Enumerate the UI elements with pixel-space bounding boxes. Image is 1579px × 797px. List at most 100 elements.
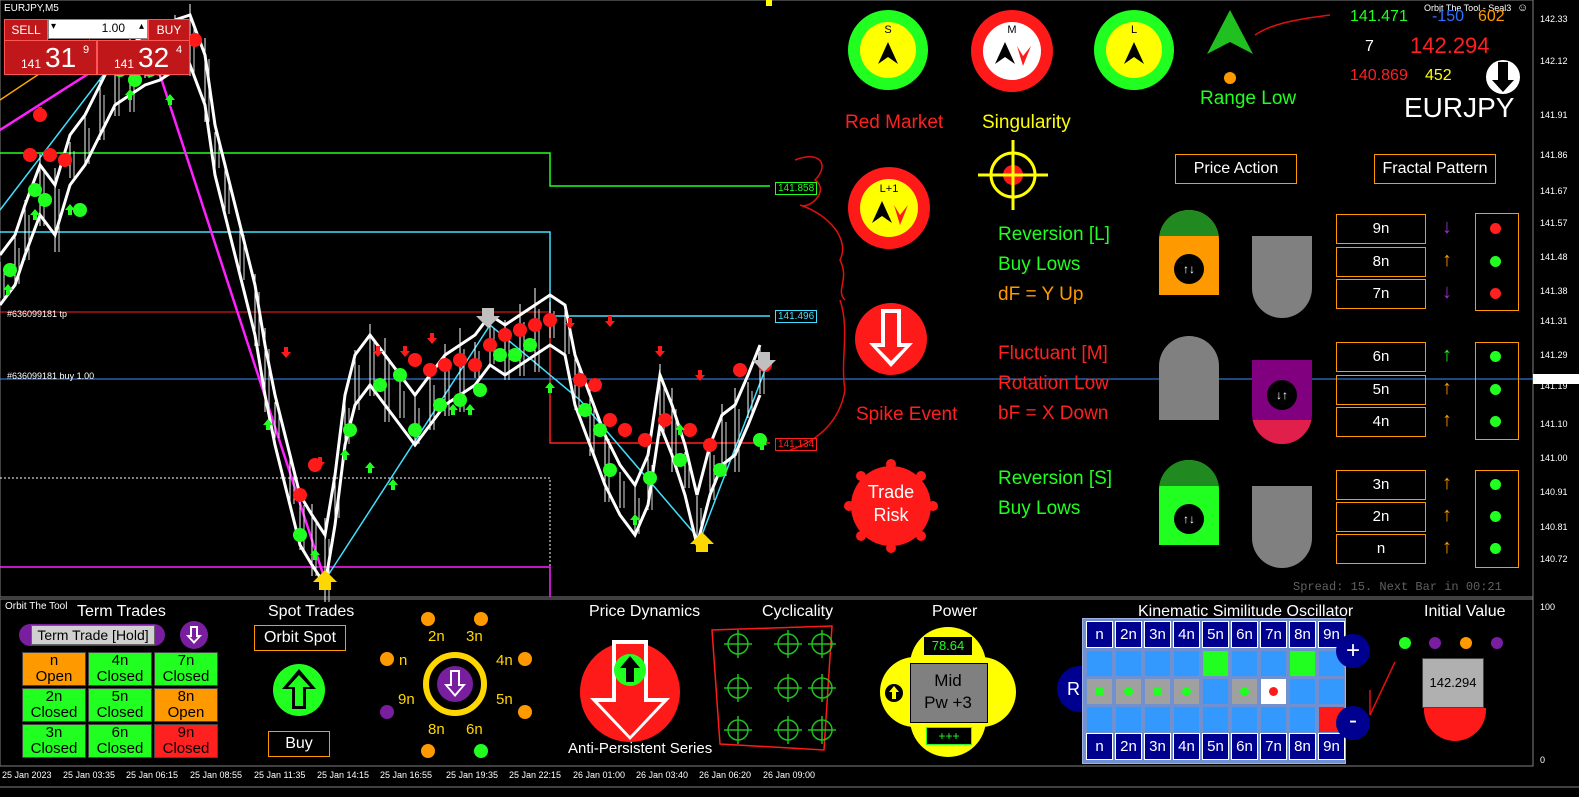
spot-buy-button[interactable]: Buy	[268, 731, 330, 757]
crosshair-icon	[978, 140, 1048, 210]
price-axis-label: 141.31	[1540, 316, 1568, 326]
buy-button[interactable]: BUY	[148, 19, 190, 41]
orbit-dot-4n	[518, 652, 532, 666]
fractal-label-9n[interactable]: 9n	[1336, 214, 1426, 244]
orbit-label-9n: 9n	[398, 691, 415, 708]
fractal-label-6n[interactable]: 6n	[1336, 342, 1426, 372]
small-up-arrow	[545, 382, 555, 393]
kso-cell	[1290, 651, 1315, 676]
orbit-dot-9n	[380, 705, 394, 719]
term-cell-n[interactable]: n Open	[22, 652, 86, 686]
kso-plus-button[interactable]: +	[1336, 634, 1370, 668]
red-dot	[423, 363, 437, 377]
buy-price-sup: 4	[176, 44, 183, 56]
green-dot	[128, 73, 142, 87]
buy-price-box[interactable]: 141 32 4	[97, 40, 190, 75]
term-cell-3n[interactable]: 3n Closed	[22, 724, 86, 758]
kso-header-bottom-6n: 6n	[1231, 733, 1258, 760]
kso-cell	[1174, 651, 1199, 676]
fractal-label-7n[interactable]: 7n	[1336, 279, 1426, 309]
price-axis-label: 142.12	[1540, 56, 1568, 66]
info-high: 141.471	[1350, 8, 1408, 25]
green-dot	[433, 398, 447, 412]
price-axis-label: 142.33	[1540, 14, 1568, 24]
lot-down-icon[interactable]: ▾	[51, 21, 56, 32]
fractal-label-5n[interactable]: 5n	[1336, 375, 1426, 405]
term-cell-7n[interactable]: 7n Closed	[154, 652, 218, 686]
term-cell-5n[interactable]: 5n Closed	[88, 688, 152, 722]
small-down-arrow	[655, 346, 665, 357]
price-action-button[interactable]: Price Action	[1175, 154, 1297, 184]
signal-l1-circle[interactable]: L+1	[848, 167, 930, 249]
term-cell-2n[interactable]: 2n Closed	[22, 688, 86, 722]
kso-minus-button[interactable]: -	[1336, 706, 1370, 740]
iv-dot-purple	[1429, 637, 1441, 649]
pa-l-grey-shape	[1252, 236, 1312, 318]
signal-l-label: L	[1130, 24, 1138, 36]
term-trade-hold-pill[interactable]: Term Trade [Hold]	[19, 624, 165, 646]
term-down-icon[interactable]	[180, 621, 208, 649]
kso-cell	[1203, 707, 1228, 732]
term-cell-period: 2n	[45, 688, 63, 705]
green-dot	[73, 203, 87, 217]
fractal-label-n[interactable]: n	[1336, 534, 1426, 564]
kso-cell	[1261, 679, 1286, 704]
orbit-ring	[423, 652, 487, 716]
annotation-scribble-3	[1254, 14, 1331, 36]
pa-s-grey-shape	[1252, 486, 1312, 568]
fractal-arrow-down-icon: ↓	[1442, 216, 1452, 238]
cyclicality-title: Cyclicality	[762, 603, 834, 620]
red-level-label: 141.134	[775, 438, 818, 451]
red-dot	[498, 328, 512, 342]
signal-s-circle[interactable]: S	[848, 10, 928, 90]
price-axis-label: 141.29	[1540, 350, 1568, 360]
magenta-level-line	[0, 566, 551, 597]
lot-up-icon[interactable]: ▴	[139, 21, 144, 32]
fractal-arrow-up-icon: ↑	[1442, 344, 1452, 366]
cyclicality-grid	[711, 625, 836, 751]
red-market-label: Red Market	[845, 112, 944, 133]
analysis-m-line3: bF = X Down	[998, 403, 1109, 424]
signal-l-circle[interactable]: L	[1094, 10, 1174, 90]
kso-cell	[1261, 651, 1286, 676]
small-up-arrow	[465, 404, 475, 415]
sell-button[interactable]: SELL	[4, 19, 48, 41]
power-up-icon	[885, 684, 903, 702]
arrow-up-icon	[1124, 42, 1144, 64]
big-down-arrow-1	[476, 308, 500, 328]
fractal-label-2n[interactable]: 2n	[1336, 502, 1426, 532]
green-dot	[453, 393, 467, 407]
price-axis-label: 141.57	[1540, 218, 1568, 228]
sell-price-small: 141	[21, 57, 42, 71]
red-dot	[618, 423, 632, 437]
sell-price-box[interactable]: 141 31 9	[4, 40, 97, 75]
term-cell-9n[interactable]: 9n Closed	[154, 724, 218, 758]
info-blue-value: -150	[1432, 8, 1465, 25]
orbit-down-icon	[444, 670, 466, 697]
green-dot	[3, 263, 17, 277]
kso-cell	[1290, 679, 1315, 704]
orbit-spot-button[interactable]: Orbit Spot	[254, 625, 346, 651]
time-axis-label: 25 Jan 14:15	[317, 770, 370, 780]
power-widget: 78.64 Mid Pw +3 +++	[880, 627, 1016, 757]
red-dot	[438, 358, 452, 372]
fractal-pattern-button[interactable]: Fractal Pattern	[1374, 154, 1496, 184]
term-cell-status: Closed	[162, 740, 210, 757]
term-cell-6n[interactable]: 6n Closed	[88, 724, 152, 758]
green-dot	[408, 423, 422, 437]
lot-input[interactable]: ▾ 1.00 ▴	[48, 19, 148, 39]
kso-header-top-n: n	[1086, 621, 1113, 648]
analysis-m-title: Fluctuant [M]	[998, 343, 1108, 364]
term-cell-4n[interactable]: 4n Closed	[88, 652, 152, 686]
red-dot	[188, 33, 202, 47]
arrow-mixed-icon	[872, 201, 908, 225]
kso-cell	[1319, 679, 1344, 704]
signal-m-circle[interactable]: M	[971, 10, 1053, 92]
red-dot	[453, 353, 467, 367]
chart-shift-marker	[766, 0, 772, 6]
fractal-label-4n[interactable]: 4n	[1336, 407, 1426, 437]
term-cell-8n[interactable]: 8n Open	[154, 688, 218, 722]
red-dot	[23, 148, 37, 162]
fractal-label-3n[interactable]: 3n	[1336, 470, 1426, 500]
fractal-label-8n[interactable]: 8n	[1336, 247, 1426, 277]
